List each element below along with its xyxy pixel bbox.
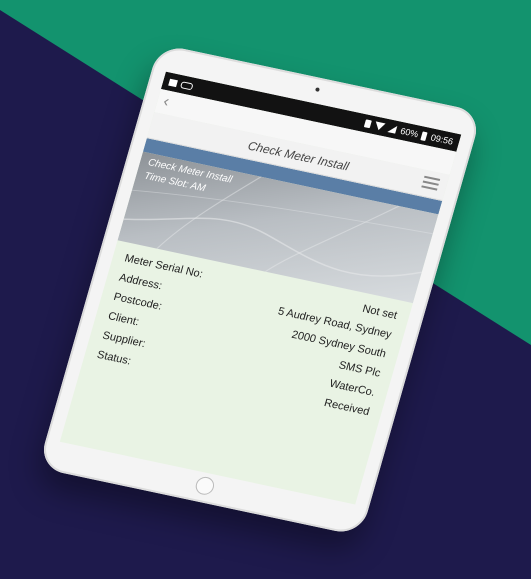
tablet-device: 60% 09:56 ‹ Check Meter Install Check Me…: [37, 43, 483, 537]
app-screen: 60% 09:56 ‹ Check Meter Install Check Me…: [59, 71, 462, 505]
signal-icon: [387, 124, 398, 134]
clock: 09:56: [429, 132, 455, 147]
voicemail-icon: [180, 80, 194, 90]
camera-icon: [314, 87, 320, 92]
battery-icon: [420, 130, 429, 141]
battery-percent: 60%: [399, 125, 420, 140]
image-icon: [168, 78, 179, 87]
vibrate-icon: [364, 119, 373, 129]
wifi-icon: [374, 121, 387, 132]
home-button[interactable]: [193, 475, 217, 497]
back-icon[interactable]: ‹: [161, 93, 171, 111]
hamburger-menu-icon[interactable]: [421, 175, 441, 191]
